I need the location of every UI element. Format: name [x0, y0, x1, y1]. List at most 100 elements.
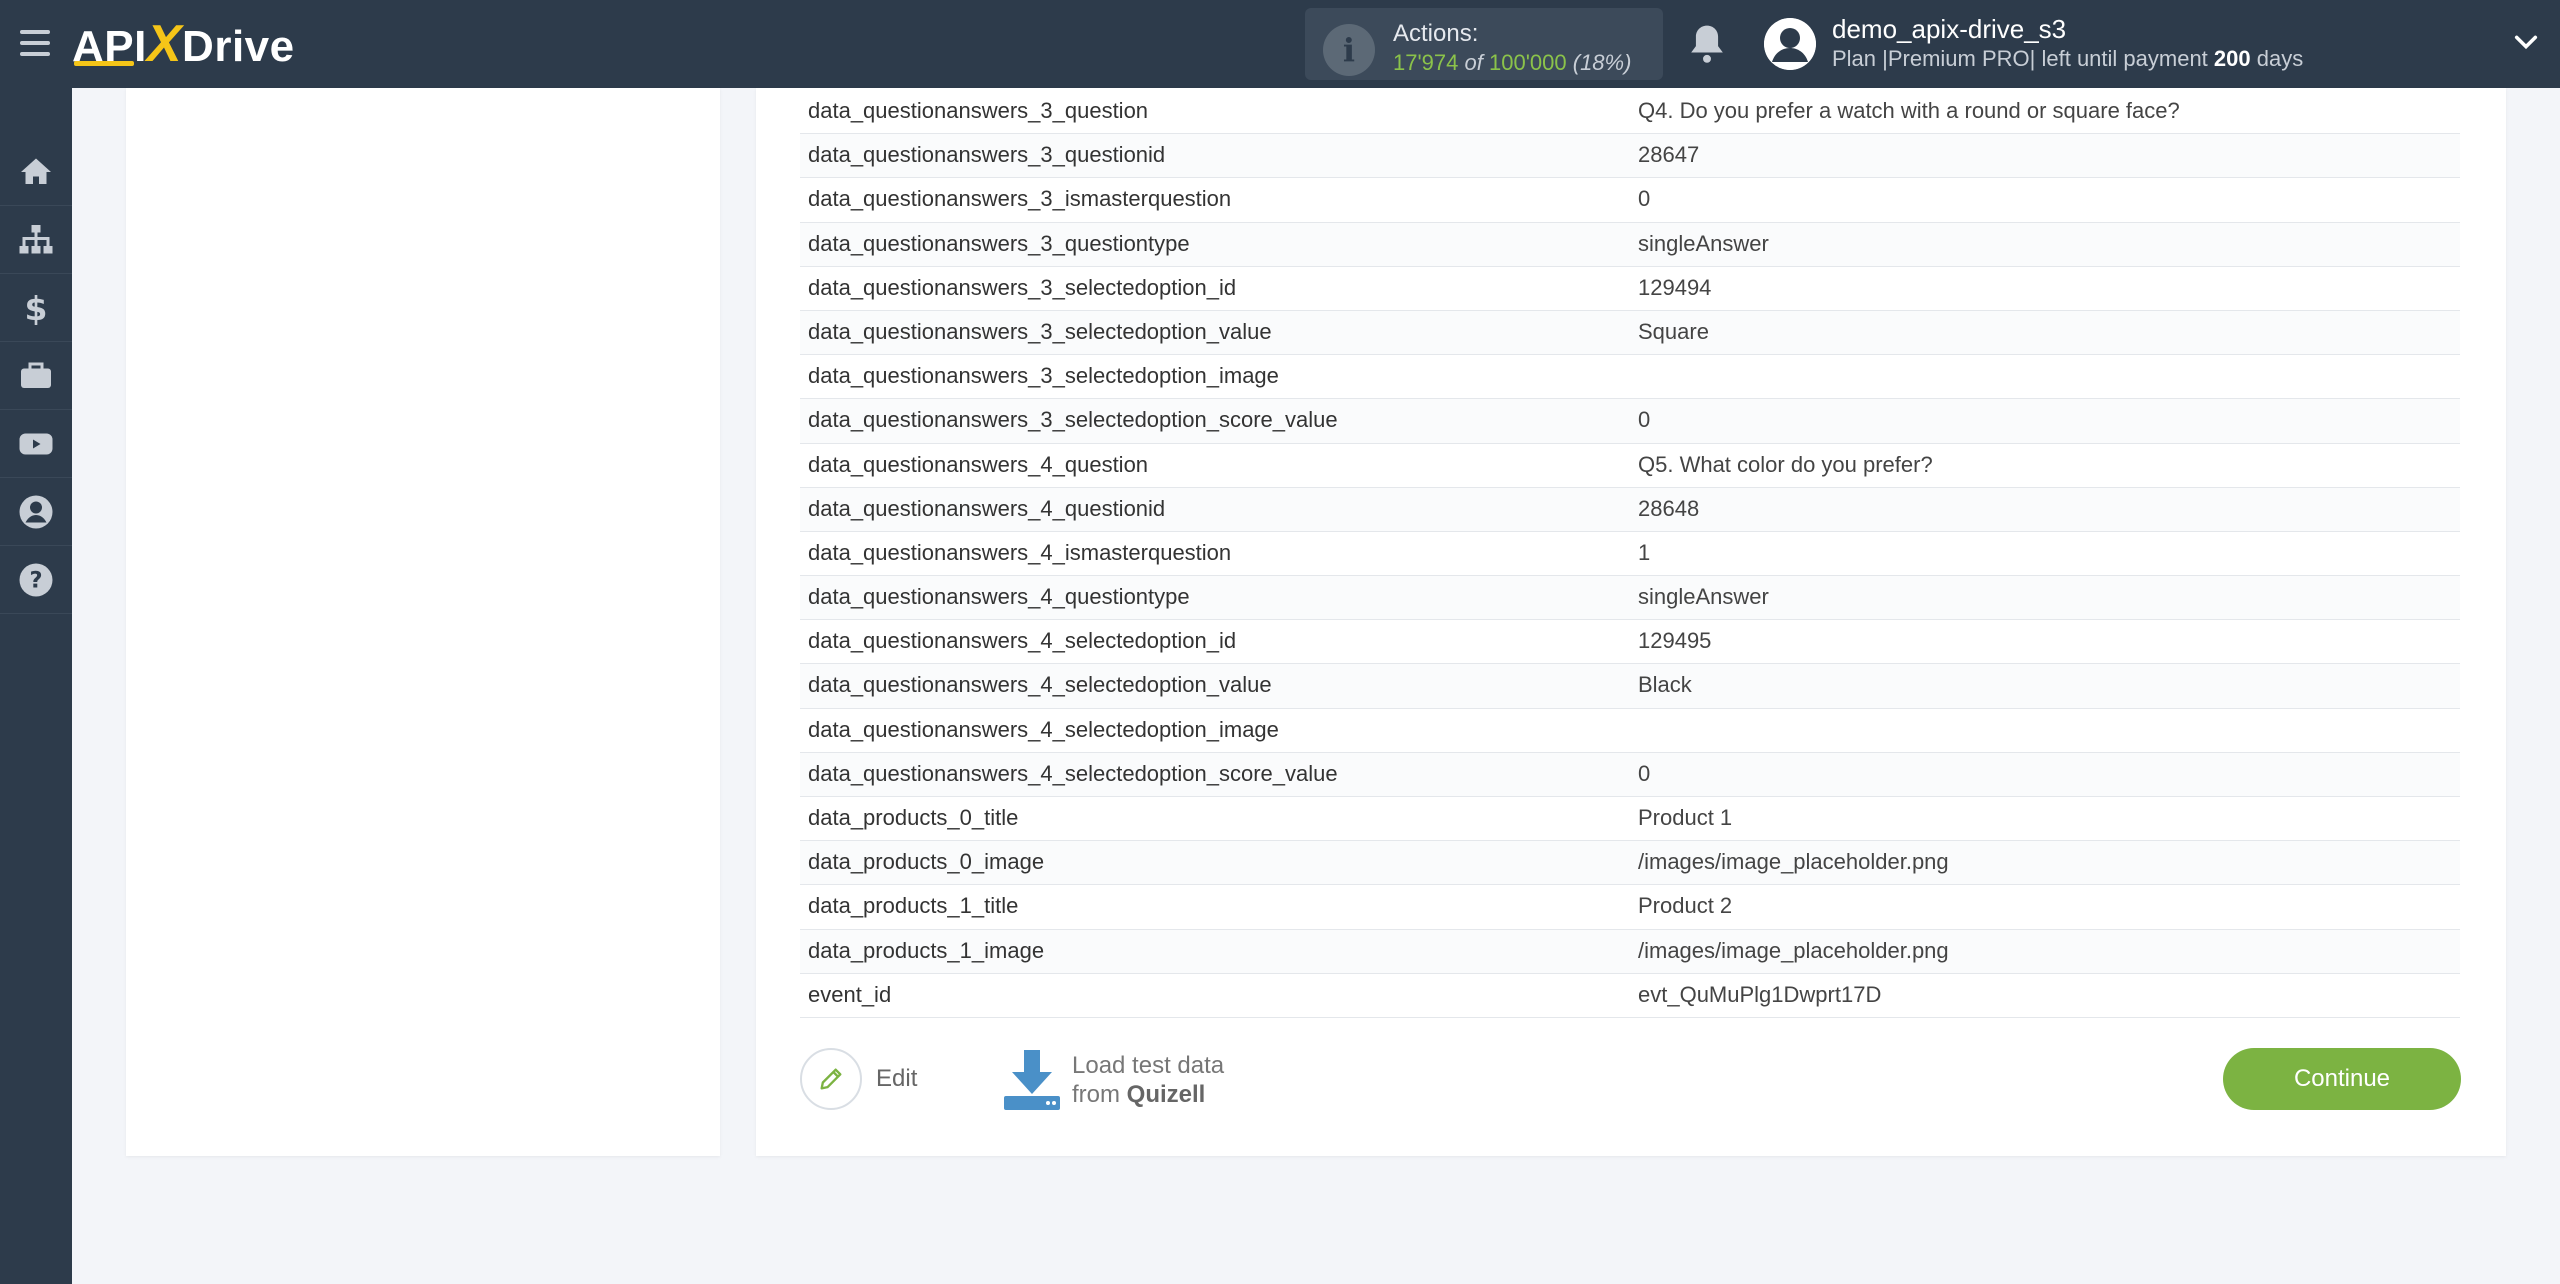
- svg-text:$: $: [25, 290, 48, 326]
- field-value: 129495: [1638, 628, 1712, 654]
- field-value: Square: [1638, 318, 1709, 344]
- svg-text:?: ?: [29, 567, 42, 593]
- download-icon: [1004, 1050, 1060, 1110]
- plan-prefix: Plan |Premium PRO| left until payment: [1832, 46, 2208, 71]
- actions-label: Actions:: [1393, 20, 1479, 47]
- sidebar: $ ?: [0, 88, 72, 1284]
- user-plan: Plan |Premium PRO| left until payment 20…: [1832, 46, 2303, 72]
- field-key: data_questionanswers_4_question: [808, 451, 1149, 477]
- field-key: event_id: [808, 981, 892, 1007]
- bell-icon[interactable]: [1688, 22, 1726, 64]
- user-icon: [19, 495, 53, 528]
- field-key: data_products_0_image: [808, 849, 1045, 875]
- youtube-icon: [19, 433, 53, 454]
- field-key: data_questionanswers_3_selectedoption_va…: [808, 318, 1272, 344]
- sidebar-item-account[interactable]: [0, 478, 72, 546]
- sidebar-item-home[interactable]: [0, 138, 72, 206]
- table-row: data_questionanswers_4_selectedoption_sc…: [800, 752, 2460, 797]
- field-value: singleAnswer: [1638, 584, 1769, 610]
- table-row: data_products_0_image/images/image_place…: [800, 841, 2460, 886]
- table-row: event_id evt_QuMuPlg1Dwprt17D: [800, 973, 2460, 1018]
- actions-value: 17'974 of 100'000 (18%): [1393, 50, 1631, 76]
- top-bar: APIXDrive i Actions: 17'974 of 100'000 (…: [0, 0, 2560, 88]
- sidebar-item-billing[interactable]: $: [0, 274, 72, 342]
- table-row: data_questionanswers_3_questionid 28647: [800, 134, 2460, 179]
- table-row: data_questionanswers_4_selectedoption_im…: [800, 708, 2460, 753]
- logo[interactable]: APIXDrive: [72, 14, 295, 74]
- field-value: Product 2: [1638, 893, 1733, 919]
- field-key: data_questionanswers_4_questiontype: [808, 584, 1190, 610]
- sitemap-icon: [19, 224, 53, 253]
- edit-label: Edit: [876, 1065, 918, 1092]
- menu-icon[interactable]: [20, 30, 50, 56]
- help-icon: ?: [19, 563, 53, 596]
- table-row: data_questionanswers_3_ismasterquestion 0: [800, 178, 2460, 223]
- field-key: data_questionanswers_4_ismasterquestion: [808, 539, 1232, 565]
- sidebar-item-video[interactable]: [0, 410, 72, 478]
- load-line2: from Quizell: [1072, 1080, 1224, 1109]
- avatar[interactable]: [1764, 18, 1816, 70]
- table-row: data_questionanswers_3_selectedoption_id…: [800, 266, 2460, 311]
- field-key: data_questionanswers_4_selectedoption_id: [808, 628, 1237, 654]
- field-value: Q5. What color do you prefer?: [1638, 451, 1933, 477]
- field-key: data_questionanswers_3_selectedoption_sc…: [808, 407, 1338, 433]
- field-key: data_questionanswers_3_questiontype: [808, 230, 1190, 256]
- continue-button[interactable]: Continue: [2223, 1048, 2461, 1110]
- table-row: data_questionanswers_3_question Q4. Do yo…: [800, 90, 2460, 135]
- logo-text-x: X: [146, 15, 183, 73]
- table-row: data_questionanswers_4_questiontype singl…: [800, 576, 2460, 621]
- field-key: data_questionanswers_4_selectedoption_sc…: [808, 760, 1338, 786]
- actions-of: of: [1464, 50, 1483, 75]
- dollar-icon: $: [25, 290, 48, 326]
- user-name[interactable]: demo_apix-drive_s3: [1832, 14, 2066, 45]
- field-key: data_questionanswers_3_questionid: [808, 142, 1166, 168]
- table-row: data_questionanswers_3_selectedoption_sc…: [800, 399, 2460, 444]
- table-row: data_products_1_image/images/image_place…: [800, 929, 2460, 974]
- table-row: data_questionanswers_4_selectedoption_va…: [800, 664, 2460, 709]
- field-value: 129494: [1638, 274, 1712, 300]
- home-icon: [21, 158, 51, 184]
- field-value: 0: [1638, 407, 1651, 433]
- sidebar-item-help[interactable]: ?: [0, 546, 72, 614]
- sidebar-item-connections[interactable]: [0, 206, 72, 274]
- field-value: 1: [1638, 539, 1651, 565]
- field-key: data_questionanswers_3_selectedoption_im…: [808, 363, 1279, 389]
- load-line1: Load test data: [1072, 1052, 1225, 1079]
- load-source: Quizell: [1126, 1081, 1206, 1108]
- logo-text-drive: Drive: [182, 22, 295, 71]
- table-row: data_questionanswers_3_selectedoption_va…: [800, 310, 2460, 356]
- actions-used: 17'974: [1393, 50, 1459, 75]
- field-value: singleAnswer: [1638, 230, 1769, 256]
- field-value: 28648: [1638, 495, 1700, 521]
- field-key: data_products_1_title: [808, 893, 1019, 919]
- actions-counter: i Actions: 17'974 of 100'000 (18%): [1305, 8, 1663, 80]
- table-row: data_questionanswers_3_selectedoption_im…: [800, 355, 2460, 400]
- table-row: data_questionanswers_3_questiontype singl…: [800, 222, 2460, 267]
- load-test-data-button[interactable]: Load test data from Quizell: [1002, 1048, 1224, 1112]
- load-from: from: [1072, 1081, 1120, 1108]
- field-value: /images/image_placeholder.png: [1638, 849, 1949, 875]
- field-value: /images/image_placeholder.png: [1638, 937, 1949, 963]
- plan-suffix: days: [2256, 46, 2304, 71]
- briefcase-icon: [21, 362, 51, 388]
- field-key: data_questionanswers_4_questionid: [808, 495, 1166, 521]
- field-key: data_questionanswers_3_selectedoption_id: [808, 274, 1237, 300]
- sidebar-item-projects[interactable]: [0, 342, 72, 410]
- field-key: data_products_0_title: [808, 805, 1019, 830]
- logo-underline: [74, 61, 134, 66]
- field-key: data_questionanswers_4_selectedoption_va…: [808, 672, 1272, 698]
- field-value: Black: [1638, 672, 1692, 698]
- field-value: Q4. Do you prefer a watch with a round o…: [1638, 98, 2180, 123]
- table-row: data_products_0_title Product 1: [800, 797, 2460, 842]
- field-key: data_questionanswers_4_selectedoption_im…: [808, 716, 1279, 742]
- load-test-data-label: Load test data from Quizell: [1072, 1051, 1224, 1109]
- field-key: data_questionanswers_3_ismasterquestion: [808, 186, 1232, 212]
- table-row: data_products_1_title Product 2: [800, 885, 2460, 930]
- chevron-down-icon[interactable]: [2512, 28, 2540, 56]
- field-value: evt_QuMuPlg1Dwprt17D: [1638, 981, 1882, 1007]
- edit-button[interactable]: Edit: [800, 1048, 917, 1110]
- table-row: data_questionanswers_4_question Q5. What …: [800, 443, 2460, 488]
- pencil-icon: [800, 1048, 862, 1110]
- field-value: 0: [1638, 760, 1651, 786]
- field-key: data_products_1_image: [808, 937, 1045, 963]
